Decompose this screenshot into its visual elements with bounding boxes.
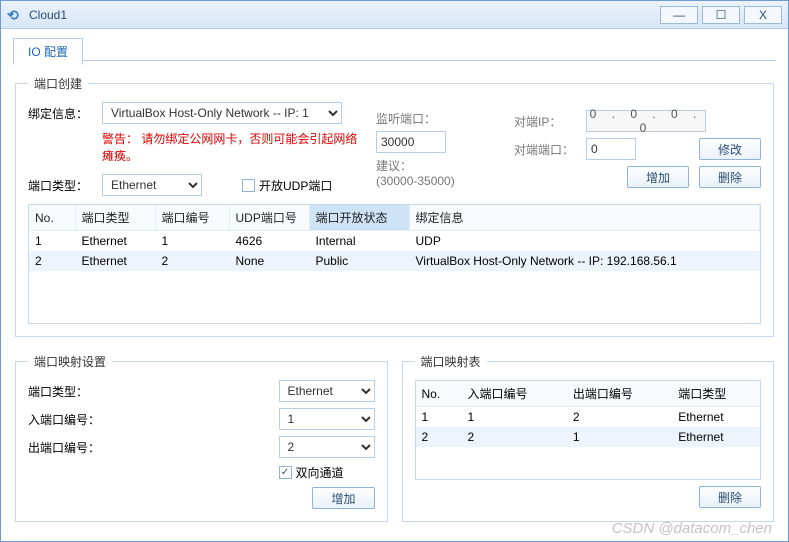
peer-ip-label: 对端IP： [514,113,578,130]
map-delete-button[interactable]: 删除 [699,486,761,508]
maximize-button[interactable]: ☐ [702,6,740,24]
tab-io-config[interactable]: IO 配置 [13,38,83,65]
th-bind[interactable]: 绑定信息 [409,205,760,231]
delete-port-button[interactable]: 删除 [699,166,761,188]
map-out-label: 出端口编号： [28,439,118,456]
bidir-label: 双向通道 [296,464,344,481]
map-type-label: 端口类型： [28,383,118,400]
minimize-button[interactable]: — [660,6,698,24]
th-open[interactable]: 端口开放状态 [309,205,409,231]
port-type-label: 端口类型： [28,177,94,194]
peer-port-input[interactable] [586,138,636,160]
mth-in[interactable]: 入端口编号 [462,381,567,407]
mth-no[interactable]: No. [416,381,462,407]
close-button[interactable]: X [744,6,782,24]
peer-port-label: 对端端口： [514,141,578,158]
port-table[interactable]: No. 端口类型 端口编号 UDP端口号 端口开放状态 绑定信息 1 Ether… [28,204,761,324]
bidir-checkbox[interactable]: ✓ 双向通道 [279,464,375,481]
mth-type[interactable]: 端口类型 [672,381,760,407]
port-create-group: 端口创建 绑定信息： VirtualBox Host-Only Network … [15,75,774,337]
map-settings-legend: 端口映射设置 [28,353,112,370]
warning-text: 警告： 请勿绑定公网网卡，否则可能会引起网络瘫痪。 [102,130,368,164]
peer-ip-field[interactable]: 0 . 0 . 0 . 0 [586,110,706,132]
th-num[interactable]: 端口编号 [155,205,229,231]
th-no[interactable]: No. [29,205,75,231]
window-title: Cloud1 [29,8,656,22]
map-in-label: 入端口编号： [28,411,118,428]
open-udp-checkbox[interactable]: 开放UDP端口 [242,177,332,194]
app-icon: ⟲ [7,7,23,23]
bidir-checkbox-box: ✓ [279,466,292,479]
suggest-range: (30000-35000) [376,174,506,188]
add-port-button[interactable]: 增加 [627,166,689,188]
map-out-select[interactable]: 2 [279,436,375,458]
open-udp-checkbox-box [242,179,255,192]
suggest-label: 建议： [376,157,412,174]
open-udp-label: 开放UDP端口 [259,177,332,194]
bind-info-label: 绑定信息： [28,105,94,122]
mth-out[interactable]: 出端口编号 [567,381,672,407]
port-type-select[interactable]: Ethernet [102,174,202,196]
map-table-legend: 端口映射表 [415,353,487,370]
table-row[interactable]: 2 Ethernet 2 None Public VirtualBox Host… [29,251,760,271]
tabstrip: IO 配置 [13,37,776,61]
listen-port-input[interactable] [376,131,446,153]
table-row[interactable]: 1 Ethernet 1 4626 Internal UDP [29,231,760,252]
map-type-select[interactable]: Ethernet [279,380,375,402]
map-add-button[interactable]: 增加 [312,487,374,509]
port-create-legend: 端口创建 [28,75,88,92]
table-row[interactable]: 2 2 1 Ethernet [416,427,761,447]
modify-button[interactable]: 修改 [699,138,761,160]
map-settings-group: 端口映射设置 端口类型： Ethernet 入端口编号： 1 出端口编号： 2 … [15,353,388,522]
map-table[interactable]: No. 入端口编号 出端口编号 端口类型 1 1 2 Ethernet [415,380,762,480]
titlebar: ⟲ Cloud1 — ☐ X [1,1,788,29]
map-table-group: 端口映射表 No. 入端口编号 出端口编号 端口类型 1 1 2 E [402,353,775,522]
listen-port-label: 监听端口： [376,110,436,127]
bind-info-select[interactable]: VirtualBox Host-Only Network -- IP: 192.… [102,102,342,124]
th-udp[interactable]: UDP端口号 [229,205,309,231]
th-type[interactable]: 端口类型 [75,205,155,231]
table-row[interactable]: 1 1 2 Ethernet [416,407,761,428]
map-in-select[interactable]: 1 [279,408,375,430]
